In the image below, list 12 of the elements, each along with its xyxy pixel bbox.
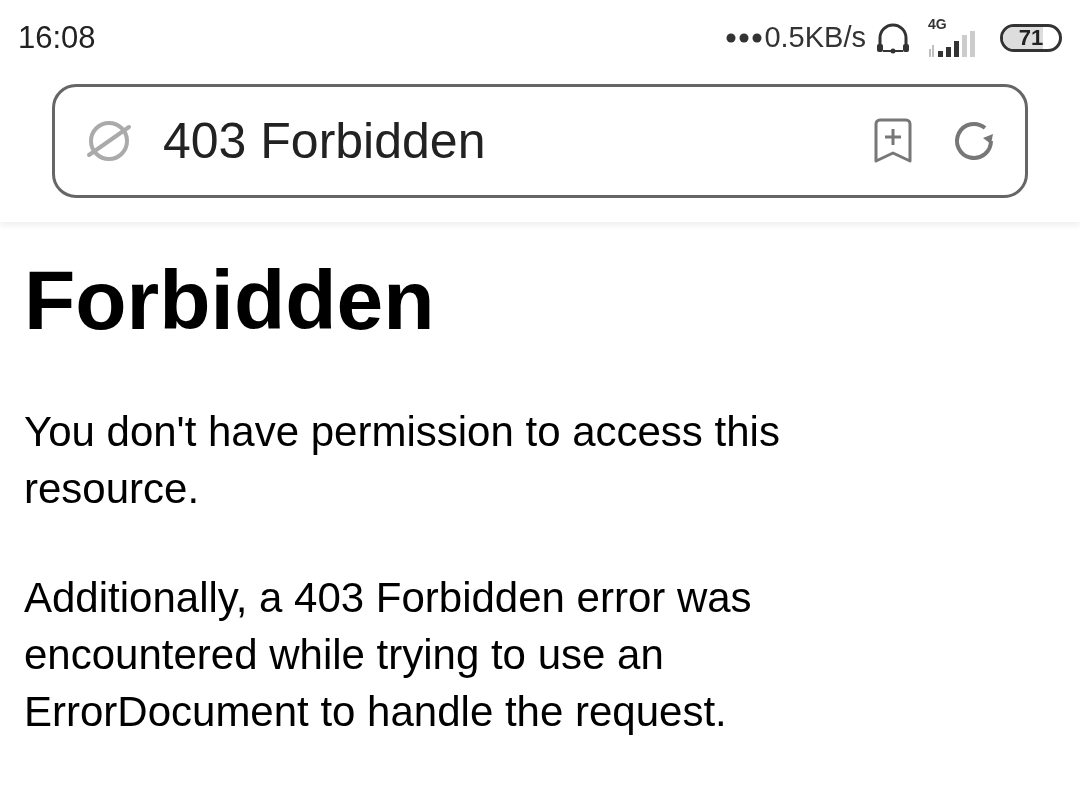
body-paragraph: Additionally, a 403 Forbidden error was encountered while trying to use an ErrorDocument to handle the request. xyxy=(24,572,753,737)
address-bar[interactable]: 403 Forbidden xyxy=(52,84,1028,198)
network-type: 4G xyxy=(928,17,947,31)
page-heading: Forbidden xyxy=(24,252,436,349)
battery-percentage: 71 xyxy=(1017,27,1045,49)
headset-icon xyxy=(876,22,910,54)
add-bookmark-icon[interactable] xyxy=(873,118,913,164)
dots-icon xyxy=(726,33,763,43)
body-paragraph: You don't have permission to access this resource. xyxy=(24,406,781,514)
clock-time: 16:08 xyxy=(18,18,96,57)
network-speed: 0.5KB/s xyxy=(764,20,866,56)
page-title: 403 Forbidden xyxy=(163,111,486,171)
